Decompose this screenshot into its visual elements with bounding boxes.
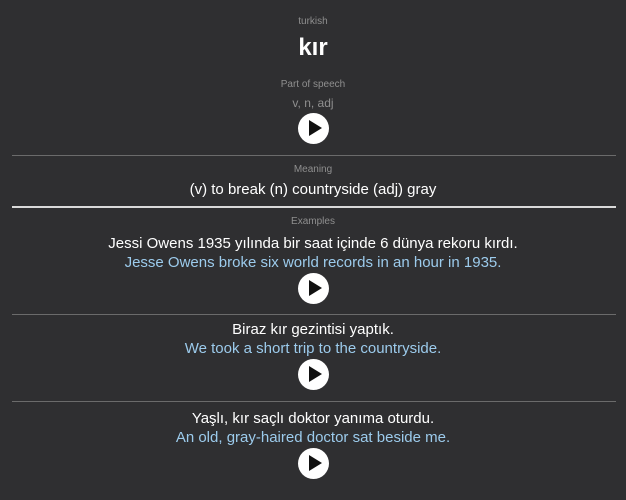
divider <box>12 155 616 156</box>
play-icon <box>309 120 322 136</box>
part-of-speech-label: Part of speech <box>280 79 346 90</box>
examples-label: Examples <box>291 216 335 227</box>
play-icon <box>309 455 322 471</box>
example-translation: Jesse Owens broke six world records in a… <box>124 254 502 271</box>
play-icon <box>309 280 322 296</box>
example-translation: We took a short trip to the countryside. <box>184 340 442 357</box>
meaning-label: Meaning <box>293 164 333 175</box>
play-word-button[interactable] <box>298 113 329 144</box>
part-of-speech-value: v, n, adj <box>292 96 334 110</box>
section-divider <box>12 206 616 208</box>
play-example-button[interactable] <box>298 448 329 479</box>
language-label: turkish <box>298 16 328 27</box>
play-example-button[interactable] <box>298 359 329 390</box>
word-heading: kır <box>298 34 328 61</box>
example-sentence: Jessi Owens 1935 yılında bir saat içinde… <box>108 235 518 252</box>
play-icon <box>309 366 322 382</box>
example-sentence: Biraz kır gezintisi yaptık. <box>232 321 394 338</box>
meaning-text: (v) to break (n) countryside (adj) gray <box>189 181 437 198</box>
divider <box>12 314 616 315</box>
play-example-button[interactable] <box>298 273 329 304</box>
example-sentence: Yaşlı, kır saçlı doktor yanıma oturdu. <box>191 410 435 427</box>
example-translation: An old, gray-haired doctor sat beside me… <box>175 429 451 446</box>
divider <box>12 401 616 402</box>
flashcard: turkish kır Part of speech v, n, adj Mea… <box>0 0 626 500</box>
